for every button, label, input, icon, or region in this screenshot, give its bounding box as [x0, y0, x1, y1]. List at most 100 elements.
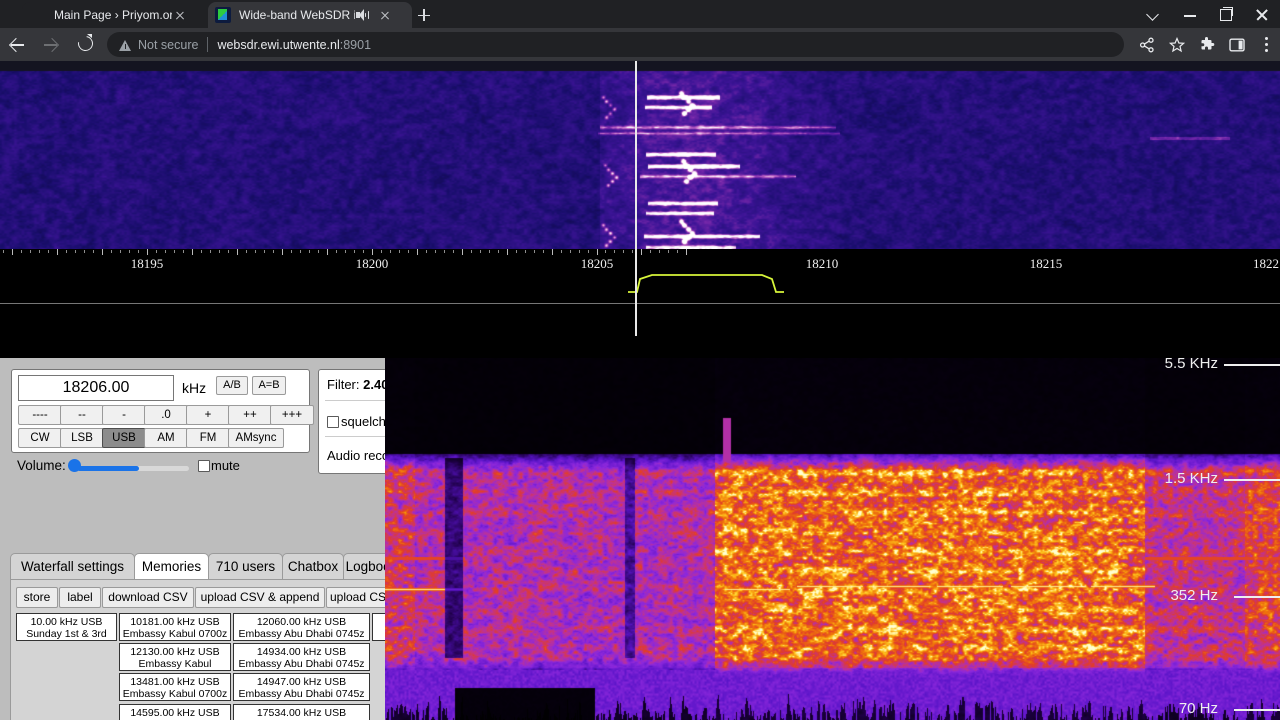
bookmark-star-icon[interactable] — [1162, 28, 1192, 61]
memory-item[interactable]: 17534.00 kHz USB Embassy Abu Dhabi 0745z — [233, 704, 370, 720]
scale-tick-minor — [381, 250, 382, 253]
memory-item[interactable]: 14947.00 kHz USB Embassy Abu Dhabi 0745z — [233, 673, 370, 701]
memory-frequency: 12060.00 kHz USB — [256, 616, 347, 628]
divider — [325, 400, 385, 401]
mute-checkbox[interactable] — [198, 460, 210, 472]
close-icon[interactable] — [172, 7, 188, 23]
scale-tick-minor — [75, 250, 76, 253]
audio-freq-label-5500: 5.5 KHz — [1164, 355, 1218, 372]
label-button[interactable]: label — [59, 587, 101, 608]
memory-item[interactable]: 13481.00 kHz USB Embassy Kabul 0700z — [119, 673, 231, 701]
step-button-plus2[interactable]: ++ — [228, 405, 272, 425]
rf-waterfall-display[interactable] — [0, 61, 1280, 249]
scale-tick-minor — [614, 250, 615, 253]
a-equals-b-button[interactable]: A=B — [252, 376, 286, 395]
frequency-unit-label: kHz — [182, 380, 207, 396]
memory-item[interactable]: 12060.00 kHz USB Embassy Abu Dhabi 0745z — [233, 613, 370, 641]
store-button[interactable]: store — [16, 587, 58, 608]
scale-tick-minor — [318, 250, 319, 253]
scale-tick-major — [686, 249, 687, 255]
share-icon[interactable] — [1132, 28, 1162, 61]
minimize-icon[interactable] — [1172, 0, 1208, 28]
step-button-minus2[interactable]: -- — [60, 405, 104, 425]
scale-tick-minor — [480, 250, 481, 253]
extensions-puzzle-icon[interactable] — [1192, 28, 1222, 61]
scale-tick-minor — [453, 250, 454, 253]
scale-tick-minor — [336, 250, 337, 253]
memory-note: Embassy Kabul 0700z — [122, 628, 228, 640]
websdr-favicon-icon — [215, 7, 231, 23]
tab-title: Wide-band WebSDR in Ensch — [239, 8, 355, 22]
restore-window-icon[interactable] — [1208, 0, 1244, 28]
step-button-plus1[interactable]: + — [186, 405, 230, 425]
upload-csv-button[interactable]: upload CSV — [326, 587, 385, 608]
scale-tick-minor — [399, 250, 400, 253]
scale-tick-minor — [668, 250, 669, 253]
filter-squelch-box: Filter: 2.40 squelch Audio reco — [318, 369, 385, 474]
step-button-plus3[interactable]: +++ — [270, 405, 314, 425]
forward-button[interactable] — [34, 28, 68, 61]
scale-tick-minor — [210, 250, 211, 253]
tab-strip: Main Page › Priyom.org Wide-band WebSDR … — [0, 0, 1280, 28]
more-menu-icon[interactable] — [1252, 28, 1280, 61]
tab-mute-icon[interactable] — [355, 8, 369, 22]
memory-item[interactable]: 12130.00 kHz USB Embassy Kabul — [119, 643, 231, 671]
upload-csv-append-button[interactable]: upload CSV & append — [195, 587, 325, 608]
browser-tab-priyom[interactable]: Main Page › Priyom.org — [22, 2, 218, 28]
memory-frequency: 14947.00 kHz USB — [256, 676, 347, 688]
memory-item[interactable]: 10181.00 kHz USB Embassy Kabul 0700z — [119, 613, 231, 641]
address-bar[interactable]: Not secure websdr.ewi.utwente.nl :8901 — [107, 32, 1124, 57]
audio-spectrogram[interactable] — [385, 358, 1280, 720]
step-button-minus1[interactable]: - — [102, 405, 146, 425]
mode-button-amsync[interactable]: AMsync — [228, 428, 284, 448]
download-csv-button[interactable]: download CSV — [102, 587, 194, 608]
rf-waterfall-canvas[interactable] — [0, 61, 1280, 249]
memory-frequency: 10181.00 kHz USB — [130, 616, 220, 628]
tab-waterfall-settings[interactable]: Waterfall settings — [10, 553, 135, 581]
squelch-checkbox[interactable] — [327, 416, 339, 428]
scale-tick-minor — [525, 250, 526, 253]
step-button-minus3[interactable]: ---- — [18, 405, 62, 425]
tab-users[interactable]: 710 users — [208, 553, 283, 581]
memory-item[interactable]: 10.00 kHz USB Sunday 1st & 3rd — [16, 613, 117, 641]
mode-button-usb[interactable]: USB — [102, 428, 146, 448]
volume-row: Volume: mute — [12, 455, 309, 479]
frequency-scale[interactable]: 18195 18200 18205 18210 18215 1822 — [0, 249, 1280, 303]
mode-button-lsb[interactable]: LSB — [60, 428, 104, 448]
close-window-icon[interactable] — [1244, 0, 1280, 28]
tab-logbook[interactable]: Logbook — [343, 553, 385, 581]
volume-slider[interactable] — [77, 466, 189, 471]
scale-tick-minor — [21, 250, 22, 253]
scale-tick-minor — [605, 250, 606, 253]
close-icon[interactable] — [377, 7, 393, 23]
reload-icon[interactable] — [68, 28, 102, 61]
audio-spectrogram-canvas[interactable] — [385, 358, 1280, 720]
mode-button-cw[interactable]: CW — [18, 428, 62, 448]
step-button-zero[interactable]: .0 — [144, 405, 188, 425]
back-button[interactable] — [0, 28, 34, 61]
scale-tick-minor — [30, 250, 31, 253]
scale-tick-minor — [120, 250, 121, 253]
side-panel-icon[interactable] — [1222, 28, 1252, 61]
memory-item[interactable]: 10. Mon — [372, 613, 385, 641]
chevron-down-icon[interactable] — [1136, 0, 1172, 28]
mode-button-fm[interactable]: FM — [186, 428, 230, 448]
scale-tick-minor — [84, 250, 85, 253]
scale-tick-major — [552, 249, 553, 255]
control-panel: 18206.00 kHz A/B A=B ---- -- - .0 + ++ +… — [0, 358, 385, 720]
new-tab-button[interactable] — [412, 4, 436, 26]
mode-button-am[interactable]: AM — [144, 428, 188, 448]
scale-tick-major — [237, 249, 238, 255]
tab-chatbox[interactable]: Chatbox — [282, 553, 344, 581]
memory-frequency: 14595.00 kHz USB — [130, 707, 220, 719]
scale-tick-minor — [632, 250, 633, 253]
not-secure-warning-icon[interactable] — [119, 39, 132, 51]
memory-item[interactable]: 14934.00 kHz USB Embassy Abu Dhabi 0745z — [233, 643, 370, 671]
browser-tab-websdr[interactable]: Wide-band WebSDR in Ensch — [208, 2, 412, 28]
tab-memories[interactable]: Memories — [134, 553, 209, 581]
volume-slider-knob[interactable] — [68, 458, 81, 472]
frequency-input[interactable]: 18206.00 — [18, 375, 174, 401]
audio-freq-tick — [1224, 364, 1280, 366]
memory-item[interactable]: 14595.00 kHz USB Embassy Kabul 0700z — [119, 704, 231, 720]
ab-button[interactable]: A/B — [216, 376, 248, 395]
